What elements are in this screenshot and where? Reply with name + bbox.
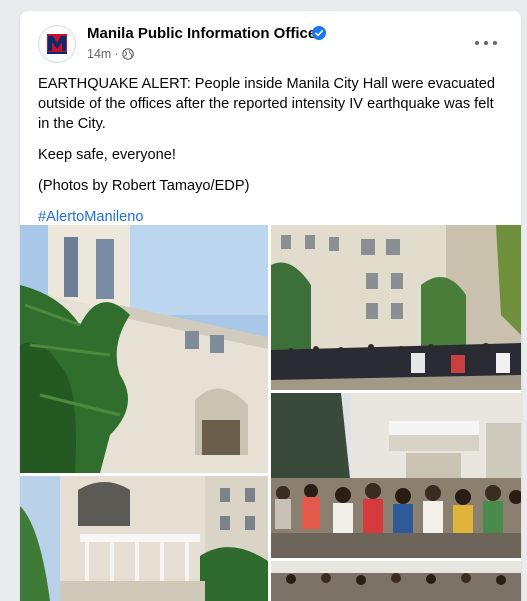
- post-paragraph: (Photos by Robert Tamayo/EDP): [38, 178, 250, 194]
- photo-grid: [20, 225, 521, 601]
- post-header: Manila Public Information Office 14m ·: [20, 11, 521, 71]
- more-options-icon[interactable]: [472, 33, 500, 53]
- post-text: EARTHQUAKE ALERT: People inside Manila C…: [38, 74, 508, 238]
- globe-icon: [121, 48, 134, 60]
- post-meta: 14m ·: [87, 47, 134, 61]
- page-name[interactable]: Manila Public Information Office: [87, 25, 316, 42]
- post-timestamp[interactable]: 14m: [87, 47, 111, 61]
- photo-building-pergola[interactable]: [20, 476, 268, 601]
- photo-crowd-balcony[interactable]: [271, 393, 521, 558]
- photo-additional[interactable]: [271, 561, 521, 601]
- post-paragraph: EARTHQUAKE ALERT: People inside Manila C…: [38, 76, 495, 132]
- verified-badge-icon: [312, 26, 326, 40]
- hashtag-link[interactable]: #AlertoManileno: [38, 209, 143, 225]
- post-card: Manila Public Information Office 14m · E…: [20, 11, 521, 601]
- meta-separator: ·: [114, 47, 119, 61]
- page-avatar[interactable]: [38, 25, 76, 63]
- photo-clock-tower[interactable]: [20, 225, 268, 473]
- photo-evacuated-crowd[interactable]: [271, 225, 521, 390]
- post-paragraph: Keep safe, everyone!: [38, 147, 176, 163]
